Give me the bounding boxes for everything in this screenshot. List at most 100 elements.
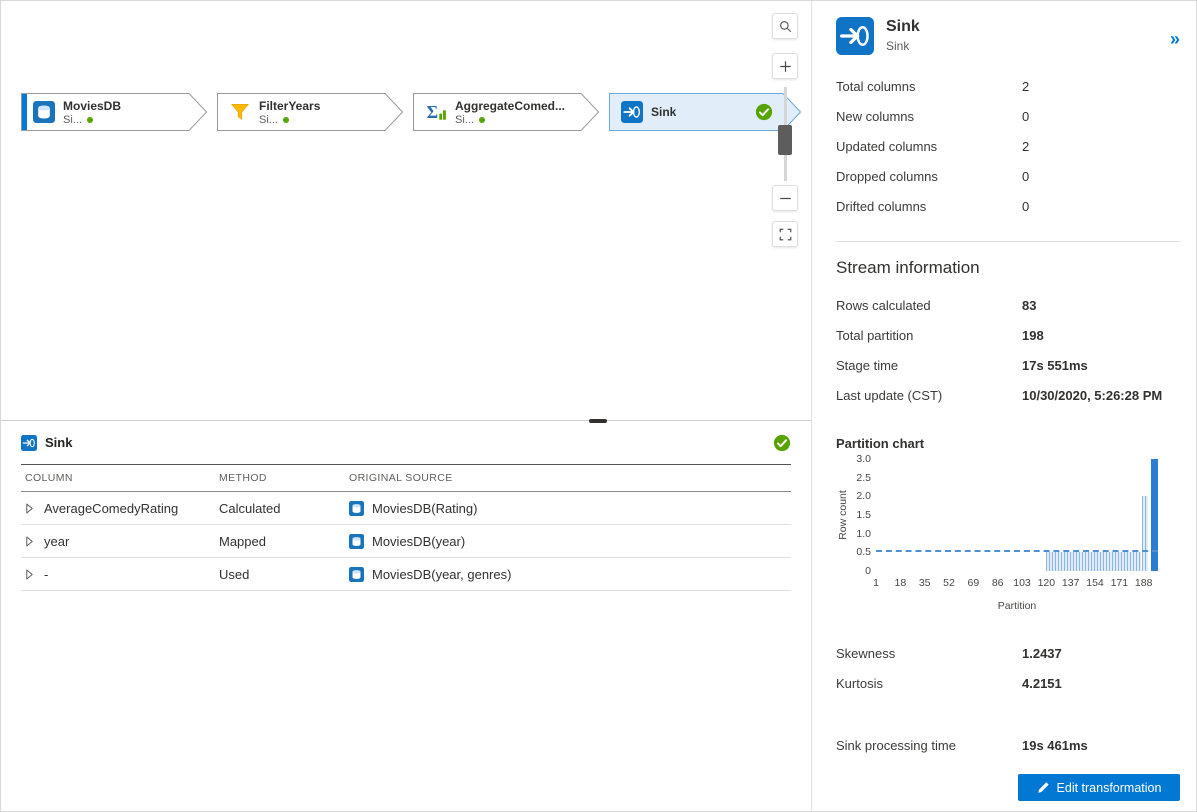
stat-value: 2 xyxy=(1022,138,1030,154)
partition-bar xyxy=(1046,552,1141,571)
stat-label: Dropped columns xyxy=(836,168,938,184)
stat-value: 19s 461ms xyxy=(1022,737,1088,753)
node-subtitle: Si... xyxy=(259,113,278,126)
node-subtitle-row: Si... xyxy=(63,114,121,126)
y-tick: 2.5 xyxy=(856,471,871,484)
filter-icon xyxy=(229,101,251,123)
cell-method: Used xyxy=(219,566,250,582)
table-row[interactable]: year Mapped MoviesDB(year) xyxy=(21,525,791,558)
cell-source: MoviesDB(year) xyxy=(372,533,466,549)
stat-label: Total columns xyxy=(836,78,916,94)
stat-row: New columns 0 xyxy=(836,101,1180,131)
table-row[interactable]: AverageComedyRating Calculated MoviesDB(Ra… xyxy=(21,492,791,525)
database-icon xyxy=(33,101,55,123)
x-tick: 1 xyxy=(873,577,879,589)
partition-chart: Row count 3.0 2.5 2.0 1.5 1.0 0.5 0 xyxy=(836,453,1180,577)
stat-label: New columns xyxy=(836,108,915,124)
y-tick: 3.0 xyxy=(856,453,871,465)
lineage-table-header: COLUMN METHOD ORIGINAL SOURCE xyxy=(21,465,791,492)
partition-bar xyxy=(1150,459,1158,571)
stat-value: 0 xyxy=(1022,168,1030,184)
x-tick: 69 xyxy=(967,577,980,589)
stat-value: 1.2437 xyxy=(1022,645,1062,661)
panel-resize-handle[interactable] xyxy=(589,419,607,423)
partition-chart-title: Partition chart xyxy=(836,436,925,451)
details-titles: Sink Sink xyxy=(886,17,920,55)
stat-value: 198 xyxy=(1022,327,1044,343)
status-dot-icon xyxy=(282,116,289,123)
cell-column: year xyxy=(44,533,70,549)
node-title: AggregateComed... xyxy=(455,98,566,113)
search-button[interactable] xyxy=(772,13,798,39)
fit-to-screen-button[interactable] xyxy=(772,221,798,247)
x-tick: 18 xyxy=(894,577,907,589)
success-check-icon xyxy=(755,103,773,121)
node-subtitle-row: Si... xyxy=(455,114,565,126)
stat-label: Total partition xyxy=(836,327,914,343)
x-tick: 103 xyxy=(1013,577,1031,589)
column-header: METHOD xyxy=(219,472,267,484)
stat-row: Total partition 198 xyxy=(836,320,1180,350)
stat-value: 2 xyxy=(1022,78,1030,94)
node-title: Sink xyxy=(651,105,677,119)
stat-row: Stage time 17s 551ms xyxy=(836,350,1180,380)
cell-source: MoviesDB(Rating) xyxy=(372,500,478,516)
stat-label: Drifted columns xyxy=(836,198,927,214)
lineage-table-body: AverageComedyRating Calculated MoviesDB(Ra… xyxy=(21,492,791,591)
collapse-panel-button[interactable]: » xyxy=(1170,17,1180,55)
edit-transformation-label: Edit transformation xyxy=(1056,780,1162,795)
zoom-in-button[interactable] xyxy=(772,53,798,79)
x-axis-ticks: 1 18 35 52 69 86 103 120 137 154 171 188 xyxy=(873,577,1158,590)
node-title: FilterYears xyxy=(259,98,321,113)
stat-value: 10/30/2020, 5:26:28 PM xyxy=(1022,387,1163,403)
stat-label: Updated columns xyxy=(836,138,938,154)
x-tick: 120 xyxy=(1037,577,1056,589)
y-tick: 1.5 xyxy=(856,509,871,521)
details-subtitle: Sink xyxy=(886,39,910,53)
svg-text:Σ: Σ xyxy=(427,102,439,122)
stat-value: 17s 551ms xyxy=(1022,357,1088,373)
stat-row: Last update (CST) 10/30/2020, 5:26:28 PM xyxy=(836,380,1180,410)
column-stats: Total columns 2 New columns 0 Updated column… xyxy=(836,71,1180,221)
node-subtitle: Si... xyxy=(63,113,82,126)
database-icon xyxy=(349,500,364,516)
stat-row: Total columns 2 xyxy=(836,71,1180,101)
lineage-panel-header: Sink xyxy=(21,421,791,465)
expand-row-icon[interactable] xyxy=(25,536,34,547)
flow-node-sink[interactable]: Sink xyxy=(609,93,801,131)
partition-bar xyxy=(1142,496,1148,571)
x-tick: 52 xyxy=(943,577,955,589)
flow-canvas[interactable]: MoviesDB Si... FilterYears Si... Σ AggregateC… xyxy=(1,1,811,423)
cell-method: Calculated xyxy=(219,500,281,516)
data-flow-debug-view: MoviesDB Si... FilterYears Si... Σ AggregateC… xyxy=(0,0,1197,812)
flow-node-aggregatecomed[interactable]: Σ AggregateComed... Si... xyxy=(413,93,599,131)
average-dashed-line xyxy=(876,550,1158,553)
y-tick: 1.0 xyxy=(856,527,871,540)
stat-label: Rows calculated xyxy=(836,297,931,313)
stat-label: Kurtosis xyxy=(836,675,883,691)
node-title: MoviesDB xyxy=(63,98,122,113)
stream-information-heading: Stream information xyxy=(836,258,980,277)
expand-row-icon[interactable] xyxy=(25,503,34,514)
node-subtitle-row: Si... xyxy=(259,114,320,126)
distribution-metrics: Skewness 1.2437 Kurtosis 4.2151 xyxy=(836,638,1180,698)
details-title: Sink xyxy=(886,18,920,35)
y-axis-label: Row count xyxy=(837,490,849,540)
plus-icon xyxy=(779,60,791,72)
flow-node-filteryears[interactable]: FilterYears Si... xyxy=(217,93,403,131)
stat-row: Drifted columns 0 xyxy=(836,191,1180,221)
column-lineage-panel: Sink COLUMN METHOD ORIGINAL SOURCE Average… xyxy=(1,421,811,811)
stat-label: Sink processing time xyxy=(836,737,956,753)
details-panel: Sink Sink » Total columns 2 New columns 0 Up… xyxy=(811,1,1196,811)
aggregate-icon: Σ xyxy=(425,101,447,123)
cell-source: MoviesDB(year, genres) xyxy=(372,566,512,582)
x-axis-label: Partition xyxy=(997,600,1037,612)
flow-node-moviesdb[interactable]: MoviesDB Si... xyxy=(21,93,207,131)
zoom-out-button[interactable] xyxy=(772,185,798,211)
table-row[interactable]: - Used MoviesDB(year, genres) xyxy=(21,558,791,591)
edit-transformation-button[interactable]: Edit transformation xyxy=(1018,774,1180,801)
zoom-slider-handle[interactable] xyxy=(778,125,792,155)
x-tick: 86 xyxy=(991,577,1004,589)
sink-icon xyxy=(21,434,37,451)
expand-row-icon[interactable] xyxy=(25,569,34,580)
